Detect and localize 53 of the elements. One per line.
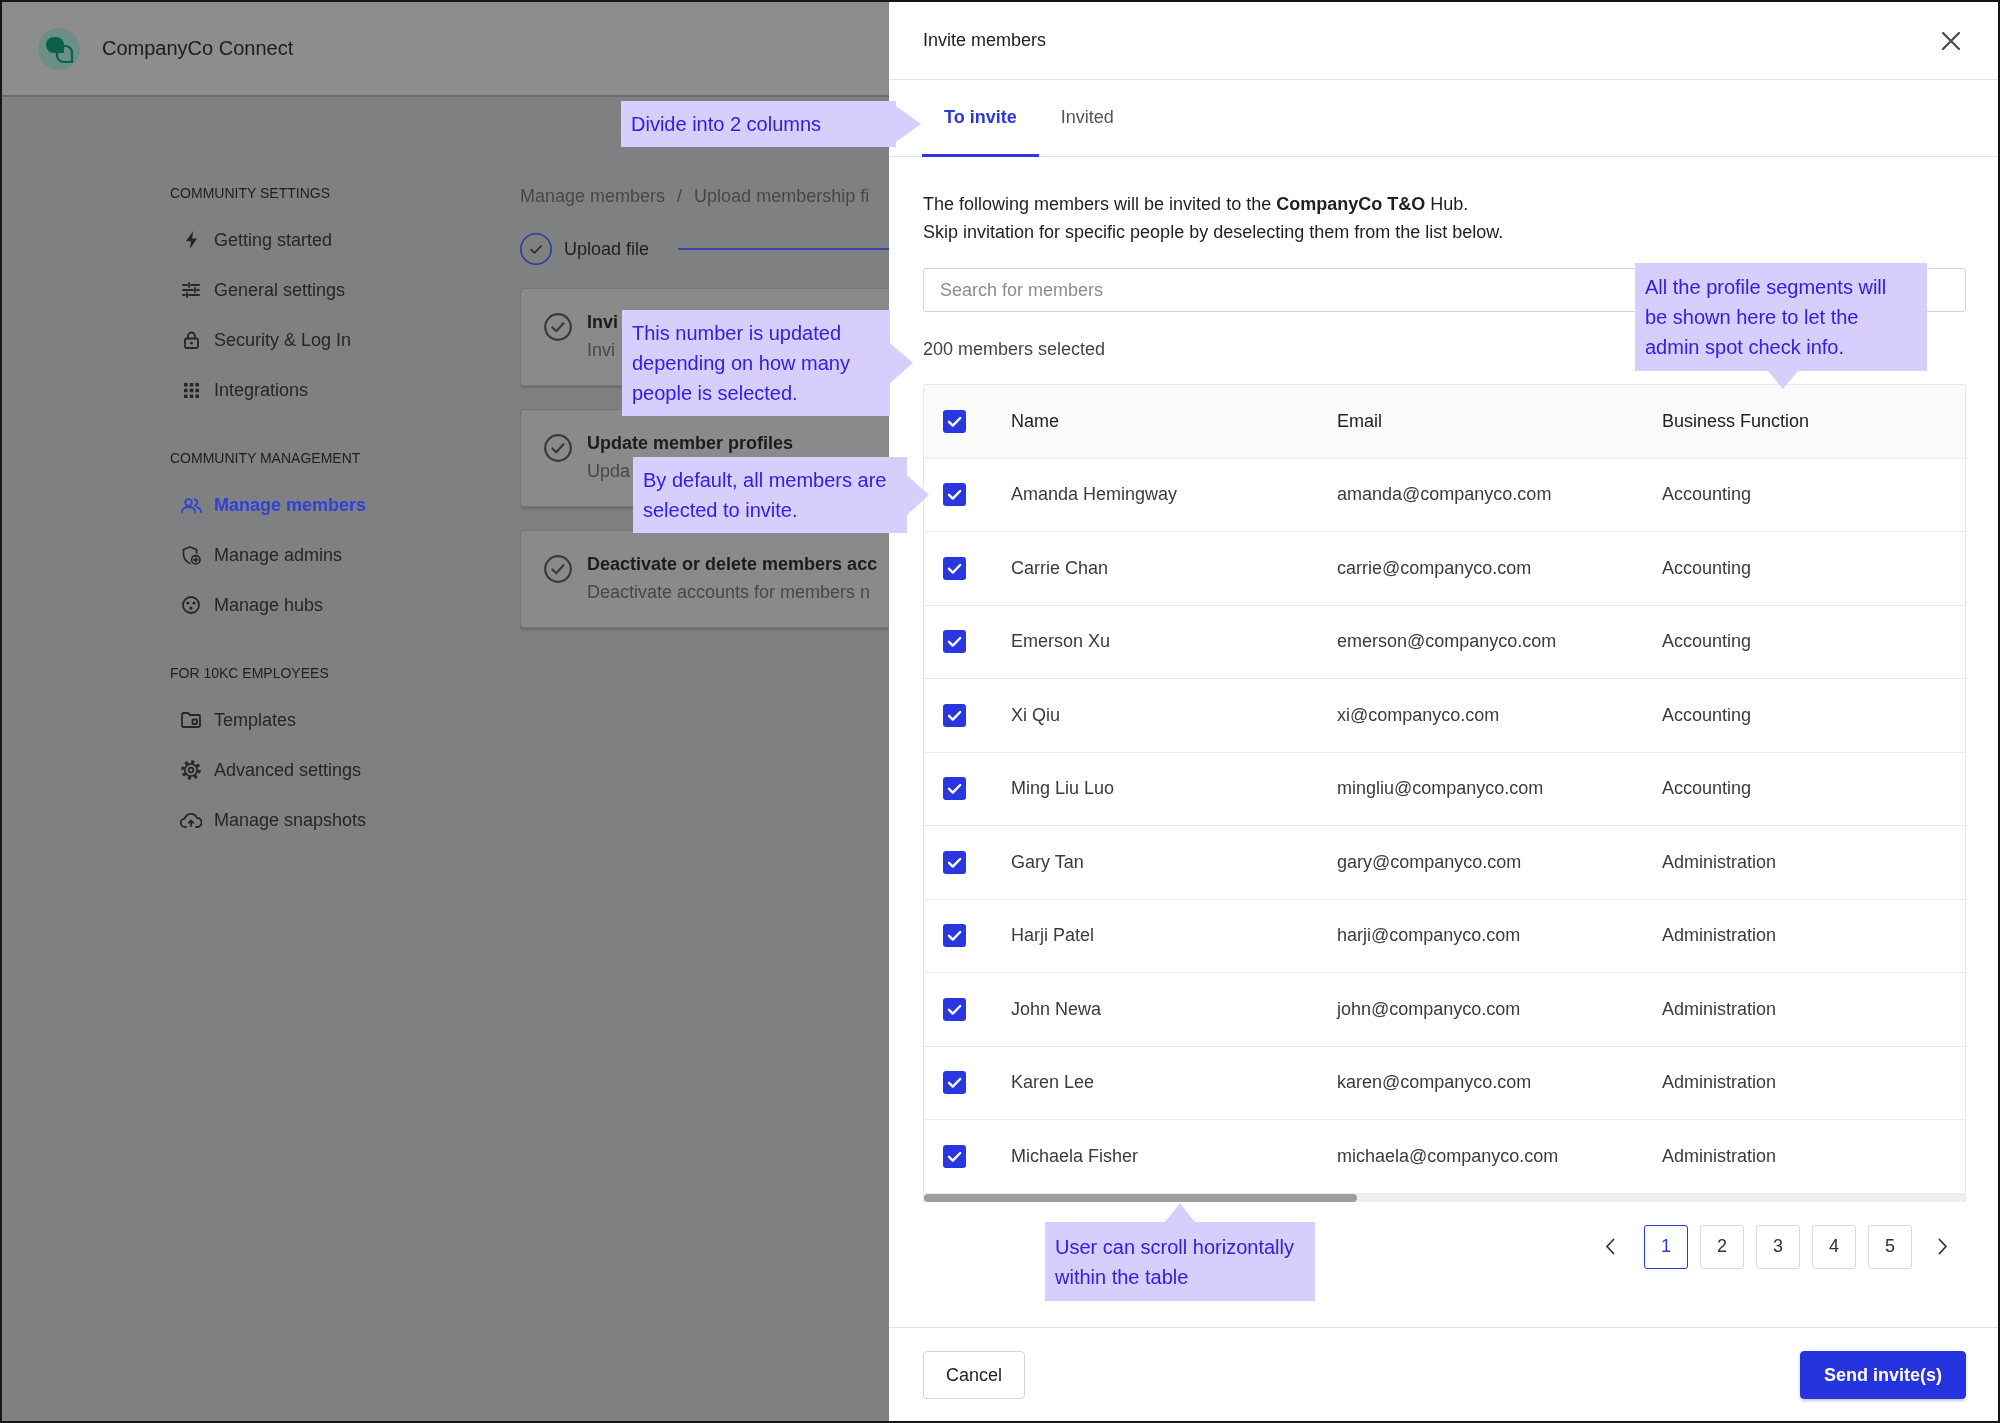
table-cell-text: Accounting: [1662, 557, 1753, 579]
table-cell-text: harji@companyco.com: [1337, 925, 1522, 947]
sidebar-heading: COMMUNITY MANAGEMENT: [170, 449, 361, 468]
annotation-tooltip: Divide into 2 columns: [621, 101, 921, 147]
task-description: Deactivate accounts for members n: [587, 581, 871, 604]
table-cell-text: Accounting: [1662, 704, 1753, 726]
table-cell-text: carrie@companyco.com: [1337, 557, 1533, 579]
table-cell-text: Administration: [1662, 851, 1778, 873]
table-cell-text: Administration: [1662, 925, 1778, 947]
table-cell-text: Accounting: [1662, 484, 1753, 506]
table-cell-text: Administration: [1662, 1072, 1778, 1094]
column-header: Email: [1337, 410, 1383, 432]
task-description: Invi: [587, 339, 615, 362]
table-cell-text: amanda@companyco.com: [1337, 484, 1553, 506]
table-cell-text: gary@companyco.com: [1337, 851, 1523, 873]
intro-text: The following members will be invited to the CompanyCo T&O Hub.: [923, 193, 1469, 216]
task-title: Update member profiles: [587, 432, 794, 454]
table-cell-text: Emerson Xu: [1011, 631, 1112, 653]
task-title: Invi: [587, 311, 618, 333]
sidebar-heading: COMMUNITY SETTINGS: [170, 184, 330, 203]
table-cell-text: emerson@companyco.com: [1337, 631, 1558, 653]
table-cell-text: Ming Liu Luo: [1011, 778, 1116, 800]
column-header: Name: [1011, 410, 1060, 432]
table-cell-text: Xi Qiu: [1011, 704, 1062, 726]
table-cell-text: michaela@companyco.com: [1337, 1145, 1560, 1167]
task-title: Deactivate or delete members acc: [587, 553, 878, 575]
step-label: Upload file: [564, 238, 650, 260]
selection-count: 200 members selected: [923, 338, 1106, 361]
annotation-tooltip: This number is updated depending on how many people is selected.: [622, 310, 913, 416]
breadcrumb-current: Upload membership fi: [694, 185, 870, 207]
table-cell-text: John Newa: [1011, 998, 1103, 1020]
table-cell-text: Administration: [1662, 1145, 1778, 1167]
table-cell-text: karen@companyco.com: [1337, 1072, 1533, 1094]
table-cell-text: Harji Patel: [1011, 925, 1096, 947]
app-name: CompanyCo Connect: [102, 37, 294, 60]
task-description: Upda: [587, 460, 631, 483]
table-cell-text: Gary Tan: [1011, 851, 1085, 873]
table-cell-text: xi@companyco.com: [1337, 704, 1501, 726]
sidebar-heading: FOR 10KC EMPLOYEES: [170, 664, 329, 683]
table-cell-text: Accounting: [1662, 631, 1753, 653]
table-cell-text: mingliu@companyco.com: [1337, 778, 1545, 800]
dialog-title: Invite members: [923, 30, 1047, 51]
table-cell-text: john@companyco.com: [1337, 998, 1522, 1020]
table-cell-text: Karen Lee: [1011, 1072, 1096, 1094]
annotation-tooltip: By default, all members are selected to invite.: [633, 457, 929, 533]
table-cell-text: Administration: [1662, 998, 1778, 1020]
intro-text: Skip invitation for specific people by deselecting them from the list below.: [923, 221, 1504, 244]
table-cell-text: Michaela Fisher: [1011, 1145, 1140, 1167]
table-cell-text: Carrie Chan: [1011, 557, 1110, 579]
table-cell-text: Accounting: [1662, 778, 1753, 800]
breadcrumb-separator: /: [677, 185, 683, 207]
column-header: Business Function: [1662, 410, 1811, 432]
table-cell-text: Amanda Hemingway: [1011, 484, 1179, 506]
